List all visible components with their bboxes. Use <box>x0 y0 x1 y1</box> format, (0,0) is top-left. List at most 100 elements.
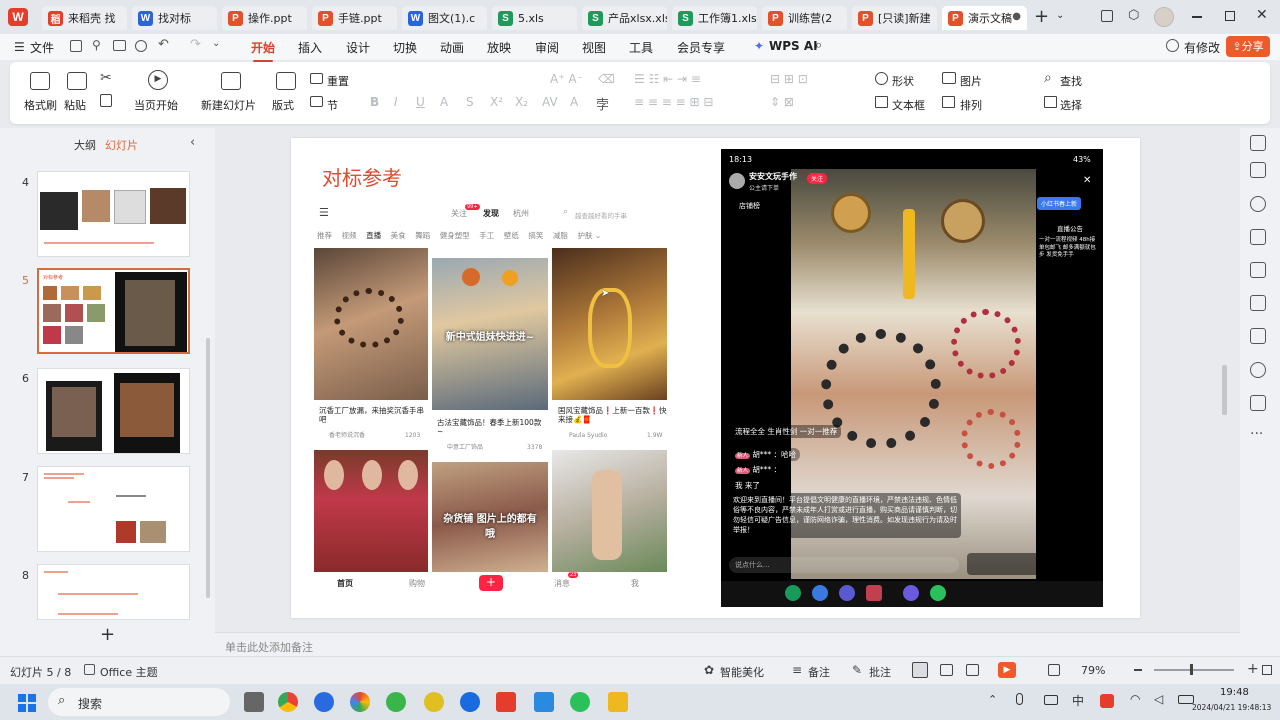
format-painter-button[interactable]: 格式刷 <box>24 97 57 113</box>
play-icon[interactable]: ▶ <box>148 70 168 90</box>
preview-icon[interactable] <box>135 40 147 52</box>
comment-button[interactable]: 批注 <box>869 664 891 680</box>
collapse-panel-icon[interactable]: ‹ <box>190 135 195 150</box>
print-icon[interactable] <box>113 40 126 51</box>
tray-expand-icon[interactable]: ⌃ <box>988 693 997 706</box>
notes-placeholder[interactable]: 单击此处添加备注 <box>225 639 313 655</box>
reading-view-icon[interactable] <box>966 664 979 676</box>
subscript-icon[interactable]: X₂ <box>515 95 528 109</box>
paste-icon[interactable] <box>67 72 87 90</box>
underline-icon[interactable]: U <box>416 95 425 109</box>
menu-review[interactable]: 审阅 <box>535 39 559 56</box>
search-icon[interactable]: ⌕ <box>815 38 822 53</box>
notes-icon[interactable]: ≡ <box>792 663 802 677</box>
slide-thumbnail-4[interactable] <box>37 171 190 257</box>
tab-5[interactable]: W 图文(1).c <box>402 6 487 30</box>
panel-scrollbar[interactable] <box>206 338 210 598</box>
tab-1[interactable]: 稻来稻壳 找 <box>42 6 127 30</box>
select-button[interactable]: 选择 <box>1060 97 1082 113</box>
find-button[interactable]: 查找 <box>1060 73 1082 89</box>
picture-button[interactable]: 图片 <box>960 73 982 89</box>
tab-10[interactable]: P [只读]新建 <box>852 6 937 30</box>
chevron-down-icon[interactable]: ⌄ <box>212 38 220 49</box>
superscript-icon[interactable]: X² <box>490 95 503 109</box>
chevron-down-icon[interactable]: ⌄ <box>1056 10 1064 21</box>
italic-icon[interactable]: I <box>394 95 398 109</box>
tab-9[interactable]: P 训练营(2 <box>762 6 847 30</box>
comment-icon[interactable]: ✎ <box>852 663 862 677</box>
live-stream-screenshot[interactable]: 18:13 43% 安安文玩手作 公主请下单 关注 店铺榜 ✕ 小红书春上新 直… <box>721 149 1103 607</box>
tab-6[interactable]: S 5.xls <box>492 6 577 30</box>
select-icon[interactable] <box>1044 96 1057 108</box>
wps-taskbar-icon[interactable] <box>496 692 516 712</box>
green-app-icon[interactable] <box>386 692 406 712</box>
slideshow-play-icon[interactable]: ▶ <box>998 662 1016 678</box>
diamond-app-icon[interactable] <box>424 692 444 712</box>
add-slide-icon[interactable]: + <box>100 624 115 645</box>
tab-8[interactable]: S 工作簿1.xls <box>672 6 757 30</box>
shadow-icon[interactable]: S <box>466 95 474 109</box>
zoom-out-icon[interactable] <box>1134 669 1142 671</box>
font-size-increase-icon[interactable]: A⁺ A⁻ <box>550 72 583 86</box>
line-spacing-icon[interactable]: ⇕ ⊠ <box>770 95 794 109</box>
app-k-icon[interactable] <box>314 692 334 712</box>
colorful-app-icon[interactable] <box>350 692 370 712</box>
tab-3[interactable]: P 操作.ppt <box>222 6 307 30</box>
fullscreen-icon[interactable] <box>1262 665 1272 675</box>
char-spacing-icon[interactable]: AV <box>542 95 558 109</box>
reset-icon[interactable] <box>310 73 323 84</box>
menu-member[interactable]: 会员专享 <box>677 39 725 56</box>
windows-start-icon[interactable] <box>18 694 36 712</box>
image-app-icon[interactable] <box>534 692 554 712</box>
modified-status[interactable]: 有修改 <box>1184 39 1220 56</box>
tools-icon[interactable] <box>1250 295 1266 311</box>
volume-icon[interactable]: ◁ <box>1154 692 1163 706</box>
clear-format-icon[interactable]: ⌫ <box>598 72 615 86</box>
wechat-icon[interactable] <box>570 692 590 712</box>
theme-name[interactable]: Office 主题 <box>100 664 158 680</box>
normal-view-icon[interactable] <box>912 662 928 678</box>
cut-icon[interactable]: ✂ <box>100 70 112 86</box>
arrange-icon[interactable] <box>942 96 955 108</box>
ime-icon[interactable]: 中 <box>1072 692 1084 709</box>
maximize-icon[interactable] <box>1225 11 1235 21</box>
window-restore-icon[interactable] <box>1101 10 1113 22</box>
redo-icon[interactable]: ↷ <box>190 37 201 52</box>
zoom-in-icon[interactable]: + <box>1247 661 1259 677</box>
star-icon[interactable] <box>1250 196 1266 212</box>
share-button[interactable]: ⇪分享 <box>1226 36 1270 57</box>
help-icon[interactable] <box>1250 362 1266 378</box>
menu-file[interactable]: 文件 <box>30 39 54 56</box>
strikethrough-icon[interactable]: A <box>440 95 448 109</box>
wps-ai-icon[interactable]: ✦ <box>754 39 764 53</box>
close-icon[interactable]: ✕ <box>1256 7 1268 23</box>
clock-date[interactable]: 2024/04/21 19:48:13 <box>1192 703 1271 712</box>
slide-thumbnail-8[interactable] <box>37 564 190 620</box>
smart-beautify-icon[interactable]: ✿ <box>704 663 714 677</box>
chrome-icon[interactable] <box>278 692 298 712</box>
bullets-icon[interactable]: ☰ ☷ ⇤ ⇥ ≡ <box>634 72 701 86</box>
copy-icon[interactable] <box>100 94 112 107</box>
format-painter-icon[interactable] <box>30 72 50 90</box>
tray-app-icon[interactable] <box>1100 694 1114 708</box>
settings-sliders-icon[interactable] <box>1250 162 1266 178</box>
zoom-level[interactable]: 79% <box>1081 664 1105 677</box>
minimize-icon[interactable] <box>1192 16 1202 18</box>
zoom-slider-thumb[interactable] <box>1190 664 1193 675</box>
blue-bird-icon[interactable] <box>460 692 480 712</box>
tab-2[interactable]: W 找对标 <box>132 6 217 30</box>
new-slide-button[interactable]: 新建幻灯片 <box>201 97 256 113</box>
keyboard-icon[interactable] <box>1044 695 1058 705</box>
align-icon[interactable]: ≡ ≡ ≡ ≡ ⊞ ⊟ <box>634 95 713 109</box>
paste-button[interactable]: 粘贴 <box>64 97 86 113</box>
key-icon[interactable]: ⚲ <box>92 38 101 52</box>
microphone-icon[interactable] <box>1016 693 1023 705</box>
new-tab-icon[interactable]: + <box>1034 6 1049 27</box>
menu-insert[interactable]: 插入 <box>298 39 322 56</box>
section-button[interactable]: 节 <box>327 97 338 113</box>
reset-button[interactable]: 重置 <box>327 73 349 89</box>
file-explorer-icon[interactable] <box>608 692 628 712</box>
slide-thumbnail-5-selected[interactable]: 对标参考 <box>37 268 190 354</box>
slide-scrollbar[interactable] <box>1222 365 1227 415</box>
text-effect-icon[interactable]: 孛 <box>596 94 609 113</box>
